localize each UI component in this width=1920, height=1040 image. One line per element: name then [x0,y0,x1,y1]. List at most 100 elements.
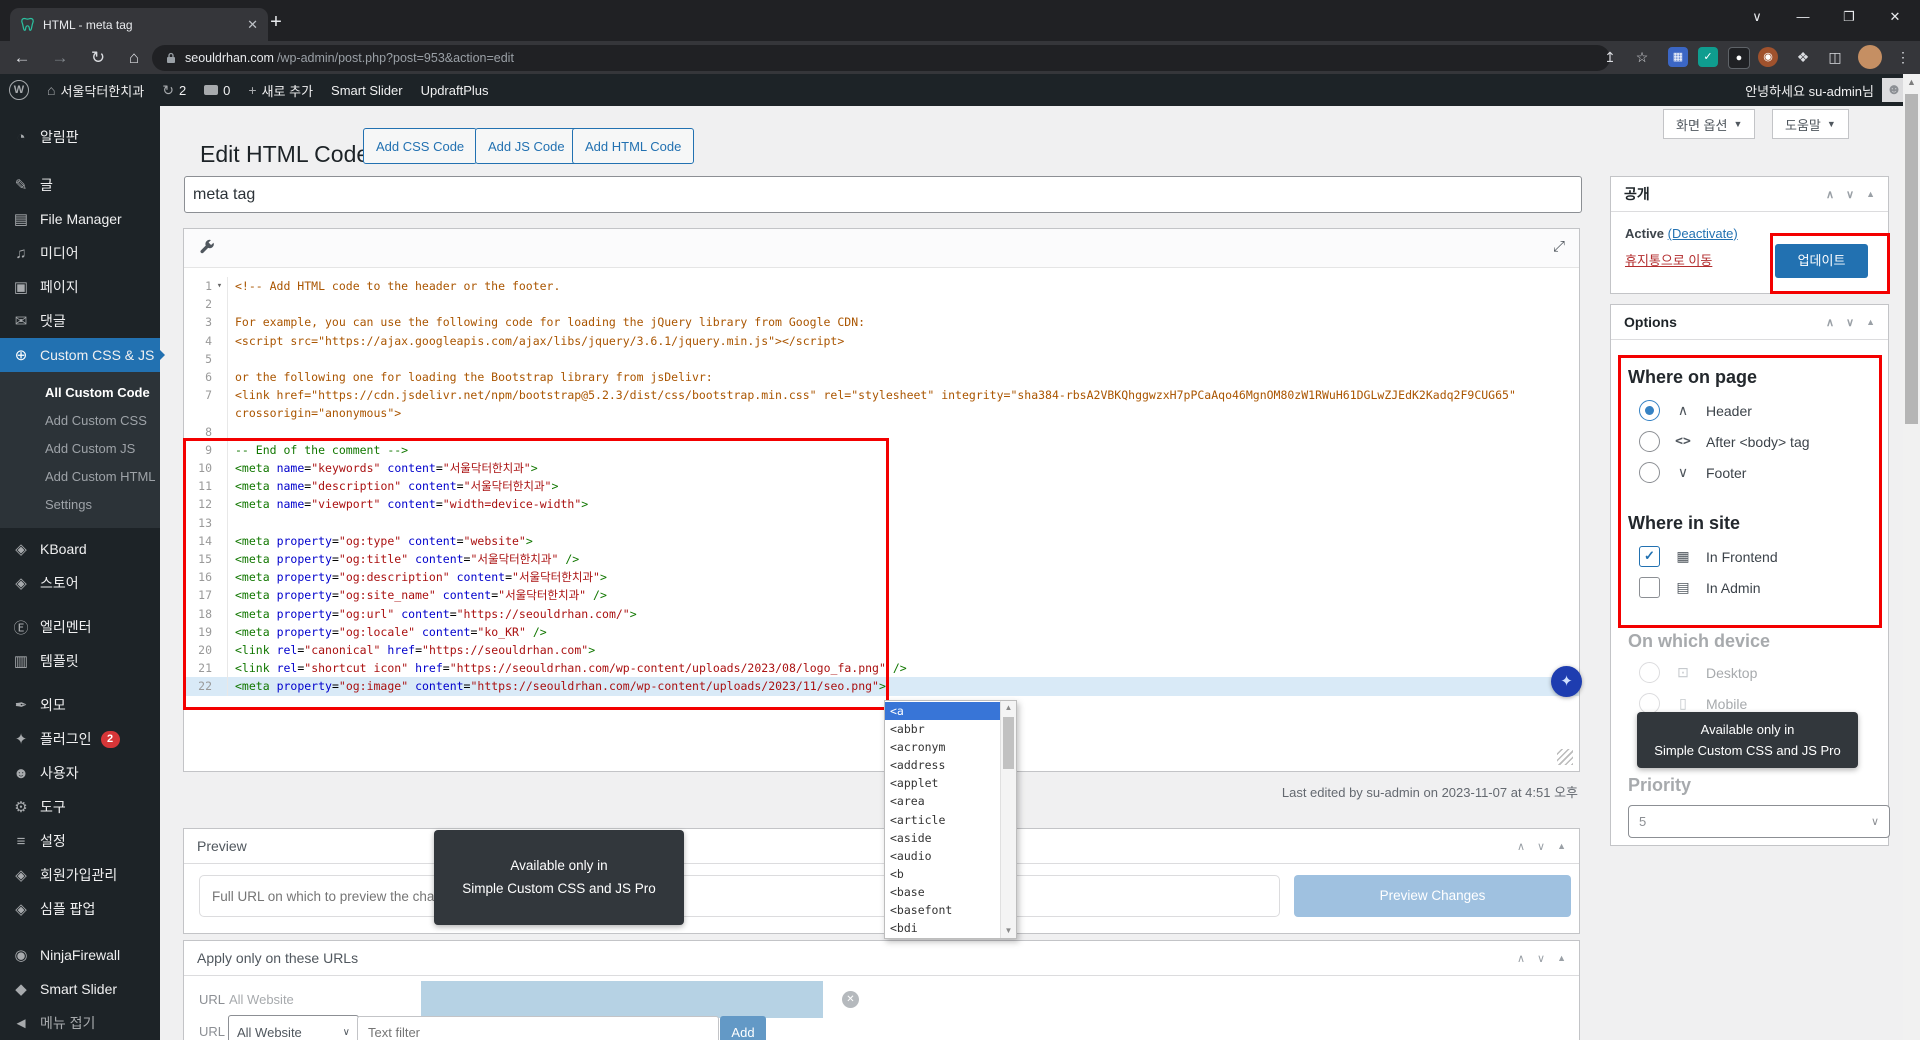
line-number[interactable]: 7 [184,386,212,422]
admin-greeting[interactable]: 안녕하세요 su-admin님 [1745,81,1874,100]
code-line-1[interactable]: 1 ▾ <!-- Add HTML code to the header or … [184,277,1579,295]
autocomplete-item[interactable]: <bdi [885,919,1000,937]
help-button[interactable]: 도움말▼ [1772,109,1849,139]
address-bar[interactable]: seouldrhan.com/wp-admin/post.php?post=95… [152,45,1610,71]
checkbox-icon[interactable]: ✓ [1639,546,1660,567]
move-up-icon[interactable]: ∧ [1826,316,1834,329]
wrench-icon[interactable] [198,238,216,256]
add-js-code-button[interactable]: Add JS Code [475,128,578,164]
radio-option-desktop[interactable]: ⊡ Desktop [1639,662,1757,683]
fold-gutter[interactable] [212,568,228,586]
code-line-2[interactable]: 2 [184,295,1579,313]
sidebar-item-add-custom-js[interactable]: Add Custom JS [0,435,160,463]
window-minimize-button[interactable]: — [1780,0,1826,34]
options-panel-header[interactable]: Options ∧ ∨ ▲ [1611,305,1888,340]
autocomplete-item[interactable]: <basefont [885,901,1000,919]
toggle-panel-icon[interactable]: ▲ [1866,317,1875,327]
code-line-4[interactable]: 4 <script src="https://ajax.googleapis.c… [184,332,1579,350]
code-line-6[interactable]: 6 or the following one for loading the B… [184,368,1579,386]
extension-icon-4[interactable]: ◉ [1758,47,1778,67]
code-line-13[interactable]: 13 [184,514,1579,532]
fold-gutter[interactable] [212,641,228,659]
code-line-7[interactable]: 7 <link href="https://cdn.jsdelivr.net/n… [184,386,1579,422]
sidebar-item-collapse-menu[interactable]: ◄ 메뉴 접기 [0,1006,160,1040]
sidebar-item-posts[interactable]: ✎ 글 [0,168,160,202]
radio-icon[interactable] [1639,662,1660,683]
code-line-19[interactable]: 19 <meta property="og:locale" content="k… [184,623,1579,641]
floating-extension-icon[interactable]: ✦ [1551,666,1582,697]
radio-icon[interactable] [1639,693,1660,714]
line-number[interactable]: 3 [184,313,212,331]
autocomplete-item[interactable]: <aside [885,829,1000,847]
autocomplete-item[interactable]: <area [885,792,1000,810]
url-type-select[interactable]: All Website∨ [228,1015,359,1040]
fold-gutter[interactable] [212,659,228,677]
autocomplete-item[interactable]: <a [885,702,1000,720]
move-down-icon[interactable]: ∨ [1537,840,1545,853]
line-number[interactable]: 20 [184,641,212,659]
fullscreen-icon[interactable]: ⤢ [1553,238,1565,255]
line-number[interactable]: 18 [184,605,212,623]
fold-gutter[interactable] [212,605,228,623]
bookmark-star-icon[interactable]: ☆ [1629,44,1655,70]
sidebar-item-add-custom-html[interactable]: Add Custom HTML [0,463,160,491]
reload-icon[interactable]: ↻ [84,44,112,72]
sidebar-item-add-custom-css[interactable]: Add Custom CSS [0,407,160,435]
preview-panel-header[interactable]: Preview ∧ ∨ ▲ [184,829,1579,864]
browser-profile-avatar[interactable] [1858,45,1882,69]
radio-option-header[interactable]: ∧ Header [1639,400,1752,421]
sidebar-item-store[interactable]: ◈ 스토어 [0,566,160,600]
code-line-21[interactable]: 21 <link rel="shortcut icon" href="https… [184,659,1579,677]
sidebar-item-tools[interactable]: ⚙ 도구 [0,790,160,824]
browser-menu-icon[interactable]: ⋮ [1890,44,1916,70]
fold-gutter[interactable] [212,677,228,695]
code-line-17[interactable]: 17 <meta property="og:site_name" content… [184,586,1579,604]
autocomplete-item[interactable]: <base [885,883,1000,901]
autocomplete-item[interactable]: <address [885,756,1000,774]
code-area[interactable]: 1 ▾ <!-- Add HTML code to the header or … [184,268,1579,747]
line-number[interactable]: 4 [184,332,212,350]
sidebar-item-ninjafirewall[interactable]: ◉ NinjaFirewall [0,938,160,972]
update-button[interactable]: 업데이트 [1775,244,1868,278]
line-number[interactable]: 21 [184,659,212,677]
scrollbar-thumb[interactable] [1905,94,1918,424]
code-line-22[interactable]: 22 <meta property="og:image" content="ht… [184,677,1579,695]
admin-bar-smart-slider[interactable]: Smart Slider [322,74,412,106]
browser-tab[interactable]: HTML - meta tag ✕ [10,8,268,41]
scroll-up-icon[interactable]: ▲ [1903,74,1920,90]
tab-close-icon[interactable]: ✕ [247,17,258,33]
publish-panel-header[interactable]: 공개 ∧ ∨ ▲ [1611,177,1888,212]
move-down-icon[interactable]: ∨ [1537,952,1545,965]
fold-gutter[interactable] [212,532,228,550]
priority-select[interactable]: 5 ∨ [1628,805,1890,838]
fold-gutter[interactable] [212,423,228,441]
scrollbar-thumb[interactable] [1003,717,1014,769]
line-number[interactable]: 14 [184,532,212,550]
extension-icon-2[interactable]: ✓ [1698,47,1718,67]
fold-gutter[interactable] [212,459,228,477]
sidebar-item-dashboard[interactable]: ◔ 알림판 [0,120,160,154]
new-tab-button[interactable]: + [262,9,290,37]
checkbox-option-in-admin[interactable]: ▤ In Admin [1639,577,1760,598]
url-filter-input[interactable] [357,1016,719,1040]
share-icon[interactable]: ↥ [1597,44,1623,70]
window-dropdown-icon[interactable]: ∨ [1734,0,1780,34]
fold-gutter[interactable] [212,368,228,386]
fold-gutter[interactable] [212,495,228,513]
sidebar-item-all-custom-code[interactable]: All Custom Code [0,379,160,407]
apply-panel-header[interactable]: Apply only on these URLs ∧ ∨ ▲ [184,941,1579,976]
sidebar-item-templates[interactable]: ▥ 템플릿 [0,644,160,678]
toggle-panel-icon[interactable]: ▲ [1557,953,1566,963]
autocomplete-item[interactable]: <applet [885,774,1000,792]
fold-gutter[interactable] [212,441,228,459]
fold-gutter[interactable] [212,295,228,313]
move-down-icon[interactable]: ∨ [1846,188,1854,201]
fold-gutter[interactable] [212,514,228,532]
autocomplete-item[interactable]: <article [885,811,1000,829]
radio-icon[interactable] [1639,431,1660,452]
autocomplete-item[interactable]: <abbr [885,720,1000,738]
move-down-icon[interactable]: ∨ [1846,316,1854,329]
window-scrollbar[interactable]: ▲ [1903,74,1920,1040]
sidebar-item-plugins[interactable]: ✦ 플러그인 2 [0,722,160,756]
add-html-code-button[interactable]: Add HTML Code [572,128,694,164]
